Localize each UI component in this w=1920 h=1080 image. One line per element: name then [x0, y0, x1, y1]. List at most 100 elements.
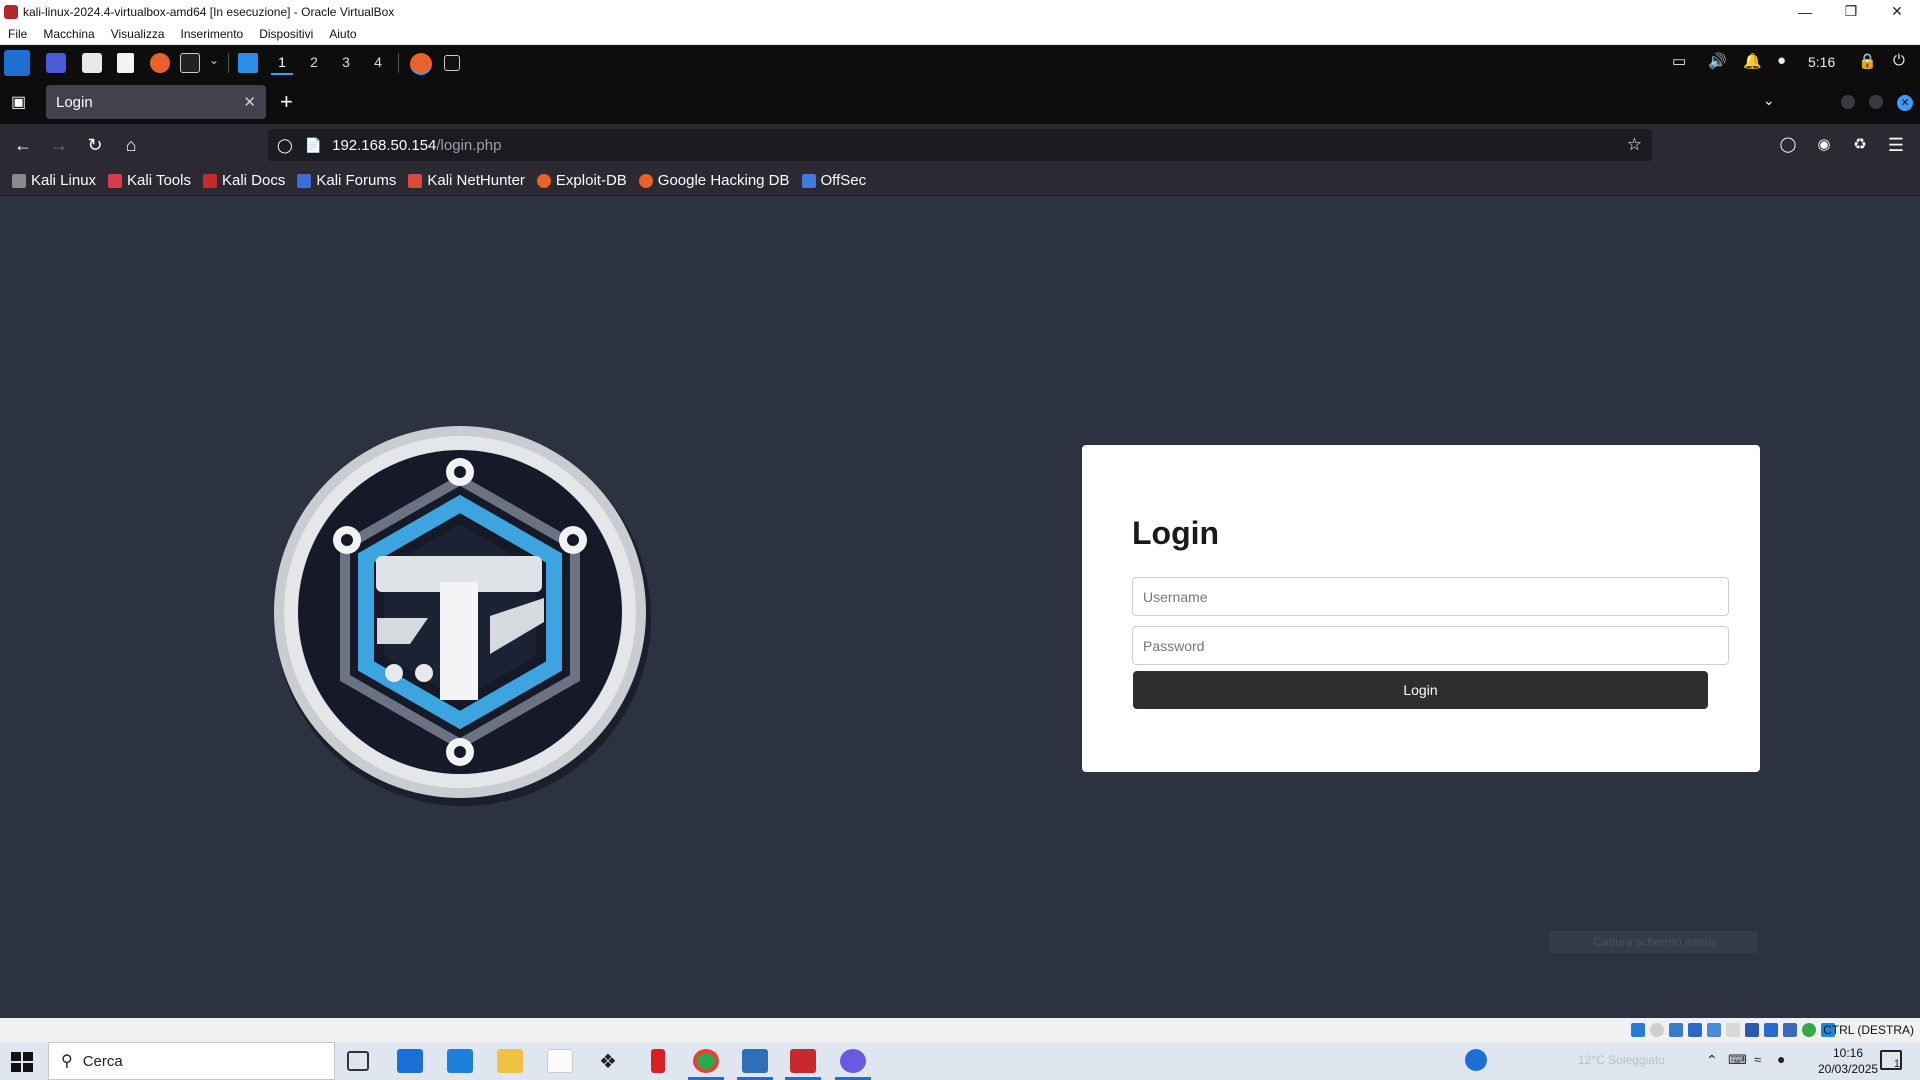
search-placeholder: Cerca — [82, 1052, 123, 1070]
workspace-3[interactable]: 3 — [335, 51, 357, 73]
panel-clock[interactable]: 5:16 — [1808, 54, 1835, 70]
netflix-icon[interactable] — [651, 1049, 665, 1073]
lock-screen-icon[interactable]: 🔒 — [1858, 52, 1877, 70]
account-icon[interactable]: ◉ — [1812, 133, 1836, 157]
virtualbox-icon[interactable] — [742, 1049, 768, 1073]
workspace-1[interactable]: 1 — [271, 51, 293, 75]
terminal-window-icon[interactable] — [444, 55, 460, 71]
bookmark-kali-tools[interactable]: Kali Tools — [108, 172, 191, 189]
extensions-icon[interactable]: ♻ — [1848, 133, 1872, 157]
firefox-window-icon[interactable] — [410, 53, 432, 75]
url-bar[interactable]: ◯ 📄 192.168.50.154/login.php ☆ — [268, 129, 1652, 161]
close-button[interactable]: ✕ — [1874, 0, 1920, 23]
show-hidden-icons-chevron[interactable]: ⌃ — [1706, 1052, 1718, 1069]
firefox-icon[interactable] — [150, 53, 170, 73]
usb-icon[interactable] — [1707, 1023, 1721, 1037]
bookmark-kali-docs[interactable]: Kali Docs — [202, 172, 285, 189]
windows-start-icon[interactable] — [10, 1051, 34, 1073]
file-manager-icon[interactable] — [82, 53, 102, 73]
workspace-2[interactable]: 2 — [303, 51, 325, 73]
workspace-4[interactable]: 4 — [367, 51, 389, 73]
mail-icon[interactable] — [447, 1049, 473, 1073]
home-button[interactable]: ⌂ — [119, 133, 143, 157]
windows-taskbar: ⚲ Cerca ❖ 12°C Soleggiato ⌃ ⌨ ≈ ● 10:16 … — [0, 1042, 1920, 1080]
display-settings-icon[interactable] — [1745, 1023, 1759, 1037]
menu-devices[interactable]: Dispositivi — [251, 27, 321, 41]
system-clock[interactable]: 10:16 20/03/2025 — [1818, 1045, 1878, 1077]
pocket-icon[interactable]: ◯ — [1776, 133, 1800, 157]
minimize-button[interactable]: — — [1782, 0, 1828, 23]
amazon-icon[interactable] — [547, 1049, 573, 1073]
kali-nethunter-icon — [408, 173, 423, 188]
firefox-view-icon[interactable]: ▣ — [11, 92, 26, 112]
recording-icon[interactable] — [1764, 1023, 1778, 1037]
menu-file[interactable]: File — [0, 27, 35, 41]
dropbox-icon[interactable]: ❖ — [595, 1049, 621, 1073]
bookmark-kali-linux[interactable]: Kali Linux — [12, 172, 96, 189]
menu-hamburger-icon[interactable]: ☰ — [1884, 133, 1908, 157]
show-desktop-icon[interactable] — [46, 53, 66, 73]
vscode-icon[interactable] — [238, 53, 258, 73]
notification-center-icon[interactable]: 1 — [1880, 1050, 1902, 1070]
menu-help[interactable]: Aiuto — [321, 27, 364, 41]
chrome-icon[interactable] — [693, 1049, 719, 1073]
cpu-icon[interactable] — [1783, 1023, 1797, 1037]
bookmark-offsec[interactable]: OffSec — [801, 172, 866, 189]
text-editor-icon[interactable] — [117, 53, 134, 73]
keyboard-icon[interactable]: ⌨ — [1728, 1052, 1747, 1068]
site-logo — [274, 426, 651, 806]
shared-folders-icon[interactable] — [1726, 1023, 1740, 1037]
window-close-dot[interactable]: ✕ — [1897, 95, 1913, 111]
tab-close-icon[interactable]: ✕ — [243, 93, 256, 111]
forward-button[interactable]: → — [47, 133, 71, 157]
list-tabs-chevron-icon[interactable]: ⌄ — [1763, 92, 1775, 109]
new-tab-button[interactable]: + — [280, 89, 293, 115]
restore-button[interactable]: ❐ — [1828, 0, 1874, 23]
volume-icon[interactable]: 🔊 — [1708, 52, 1727, 70]
task-view-icon[interactable] — [347, 1051, 369, 1071]
bookmark-kali-forums[interactable]: Kali Forums — [297, 172, 396, 189]
taskbar-search[interactable]: ⚲ Cerca — [48, 1042, 335, 1080]
terminal-icon[interactable] — [180, 53, 200, 73]
notification-bell-icon[interactable]: 🔔 — [1743, 52, 1762, 70]
password-input[interactable] — [1132, 626, 1729, 665]
menu-input[interactable]: Inserimento — [173, 27, 252, 41]
login-button[interactable]: Login — [1133, 671, 1708, 709]
kali-forums-icon — [297, 173, 312, 188]
back-button[interactable]: ← — [11, 133, 35, 157]
window-minimize-dot[interactable] — [1841, 95, 1855, 109]
network-adapter-icon[interactable] — [1688, 1023, 1702, 1037]
reload-button[interactable]: ↻ — [83, 133, 107, 157]
bookmark-exploit-db[interactable]: Exploit-DB — [536, 172, 627, 189]
weather-widget[interactable]: 12°C Soleggiato — [1578, 1053, 1665, 1067]
kali-menu-icon[interactable] — [4, 50, 30, 76]
login-card: Login Login — [1082, 445, 1760, 772]
connection-info-icon[interactable]: 📄 — [305, 137, 322, 154]
mouse-integration-icon[interactable] — [1802, 1023, 1816, 1037]
discord-icon[interactable] — [840, 1049, 866, 1073]
menu-view[interactable]: Visualizza — [103, 27, 173, 41]
audio-icon[interactable] — [1669, 1023, 1683, 1037]
bookmark-google-hacking-db[interactable]: Google Hacking DB — [638, 172, 790, 189]
network-icon[interactable]: ● — [1777, 52, 1786, 69]
help-icon[interactable] — [1465, 1049, 1487, 1071]
wifi-icon[interactable]: ≈ — [1754, 1052, 1761, 1067]
chevron-down-icon[interactable]: ⌄ — [209, 53, 219, 67]
browser-navbar: ← → ↻ ⌂ ◯ 📄 192.168.50.154/login.php ☆ ◯… — [0, 124, 1920, 166]
page-content: Login Login Cattura schermo intero — [0, 196, 1920, 1018]
microphone-icon[interactable]: ● — [1777, 1051, 1785, 1067]
bookmark-kali-nethunter[interactable]: Kali NetHunter — [408, 172, 525, 189]
display-icon[interactable]: ▭ — [1672, 52, 1686, 70]
pdf-app-icon[interactable] — [790, 1049, 816, 1073]
tracking-shield-icon[interactable]: ◯ — [277, 137, 293, 154]
window-maximize-dot[interactable] — [1869, 95, 1883, 109]
menu-machine[interactable]: Macchina — [35, 27, 102, 41]
store-icon[interactable] — [397, 1049, 423, 1073]
power-icon[interactable]: ⏻ — [1893, 52, 1905, 69]
file-explorer-icon[interactable] — [497, 1049, 523, 1073]
username-input[interactable] — [1132, 577, 1729, 616]
optical-drive-icon[interactable] — [1650, 1023, 1664, 1037]
bookmark-star-icon[interactable]: ☆ — [1627, 135, 1642, 155]
storage-icon[interactable] — [1631, 1023, 1645, 1037]
tab-login[interactable]: Login ✕ — [46, 85, 266, 119]
